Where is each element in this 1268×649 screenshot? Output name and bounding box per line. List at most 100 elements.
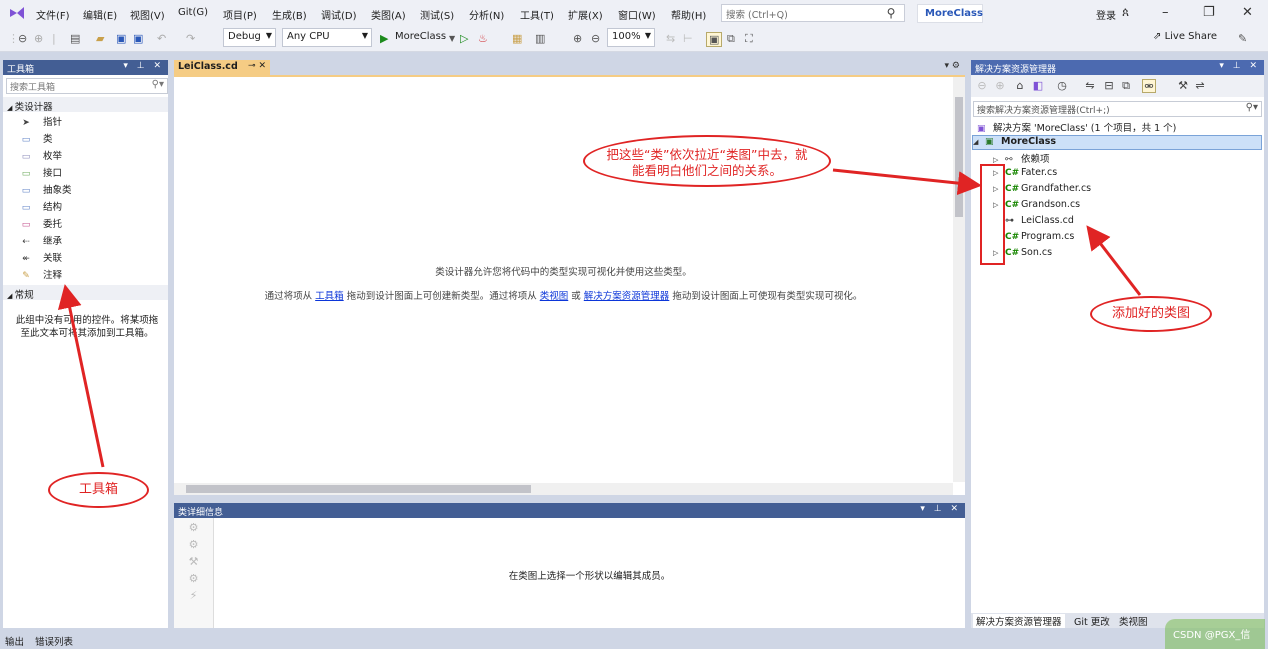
menu-tools[interactable]: 工具(T)	[520, 7, 554, 22]
tab-class-view[interactable]: 类视图	[1116, 614, 1151, 628]
save-icon[interactable]: ▣	[116, 32, 126, 45]
pending-changes-icon[interactable]: ◷	[1055, 79, 1069, 93]
tab-solution-explorer[interactable]: 解决方案资源管理器	[973, 614, 1065, 628]
tool-inheritance[interactable]: ⇠ 继承	[19, 233, 62, 248]
copy-image-icon[interactable]: ⧉	[727, 32, 735, 46]
project-node[interactable]: ◢ ▣ MoreClass	[972, 135, 1262, 150]
close-icon[interactable]: ✕	[1242, 5, 1253, 20]
class-diagram-toggle-icon[interactable]: ▣	[706, 32, 723, 47]
tab-output[interactable]: 输出	[5, 637, 24, 648]
forward-icon[interactable]: ⊕	[34, 32, 43, 45]
platform-dropdown[interactable]: Any CPU ▼	[282, 28, 372, 47]
start-debug-icon[interactable]: ▶	[380, 32, 388, 45]
new-field-icon[interactable]: ⚙	[187, 572, 201, 586]
menu-test[interactable]: 测试(S)	[420, 7, 454, 22]
new-project-icon[interactable]: ▤	[70, 32, 80, 45]
menu-class-diagram[interactable]: 类图(A)	[371, 7, 406, 22]
login-link[interactable]: 登录	[1096, 7, 1116, 22]
menu-git[interactable]: Git(G)	[178, 7, 208, 18]
visual-studio-logo-icon[interactable]	[8, 5, 26, 21]
menu-edit[interactable]: 编辑(E)	[83, 7, 117, 22]
open-folder-icon[interactable]: ▰	[96, 32, 104, 45]
vertical-scrollbar[interactable]	[953, 77, 965, 482]
hot-reload-icon[interactable]: ♨	[478, 32, 488, 45]
tool-interface[interactable]: ▭ 接口	[19, 165, 62, 180]
toolbox-group-class-designer[interactable]: ◢ 类设计器	[3, 97, 168, 113]
tool-struct[interactable]: ▭ 结构	[19, 199, 62, 214]
fit-icon[interactable]: ⛶	[745, 32, 753, 46]
panel-controls-icon[interactable]: ▾ ⊥ ✕	[123, 61, 164, 71]
menu-file[interactable]: 文件(F)	[36, 7, 70, 22]
tab-leiclass-cd[interactable]: LeiClass.cd ⊸ ✕	[174, 60, 270, 75]
account-icon[interactable]: ጰ	[1122, 5, 1129, 20]
new-method-icon[interactable]: ⚙	[187, 538, 201, 552]
zoom-out-icon[interactable]: ⊖	[591, 32, 600, 45]
preview-icon[interactable]: ⚮	[1142, 79, 1156, 93]
tool-enum[interactable]: ▭ 枚举	[19, 148, 62, 163]
toolbox-group-general[interactable]: ◢ 常规	[3, 285, 168, 301]
back-icon[interactable]: ⊖	[975, 79, 989, 93]
menu-analyze[interactable]: 分析(N)	[469, 7, 504, 22]
show-all-files-icon[interactable]: ⧉	[1119, 79, 1133, 93]
toolbox-search-input[interactable]: 搜索工具箱 ⚲▾	[6, 78, 168, 94]
solution-explorer-link[interactable]: 解决方案资源管理器	[584, 291, 670, 302]
tool-comment[interactable]: ✎ 注释	[19, 267, 62, 282]
menu-help[interactable]: 帮助(H)	[671, 7, 706, 22]
restore-icon[interactable]: ❐	[1203, 5, 1215, 20]
class-diagram-surface[interactable]: 类设计器允许您将代码中的类型实现可视化并使用这些类型。 通过将项从 工具箱 拖动…	[174, 75, 965, 495]
diagram-action-icon[interactable]: ⇆	[666, 32, 675, 45]
menu-debug[interactable]: 调试(D)	[321, 7, 357, 22]
sync-icon[interactable]: ⇋	[1083, 79, 1097, 93]
panel-controls-icon[interactable]: ▾ ⊥ ✕	[920, 504, 961, 514]
tab-error-list[interactable]: 错误列表	[35, 637, 73, 648]
toolbox-link[interactable]: 工具箱	[315, 291, 344, 302]
switch-views-icon[interactable]: ◧	[1031, 79, 1045, 93]
tab-git-changes[interactable]: Git 更改	[1071, 614, 1113, 628]
save-all-icon[interactable]: ▣	[133, 32, 143, 45]
minimize-icon[interactable]: –	[1162, 5, 1169, 20]
panel-controls-icon[interactable]: ▾ ⊥ ✕	[1219, 61, 1260, 71]
tab-options-icon[interactable]: ▾ ⚙	[945, 61, 960, 71]
zoom-in-icon[interactable]: ⊕	[573, 32, 582, 45]
live-share-button[interactable]: ⇗ Live Share	[1153, 31, 1217, 42]
solution-explorer-icon[interactable]: ▦	[512, 32, 522, 45]
redo-icon[interactable]: ↷	[186, 32, 195, 45]
tool-delegate[interactable]: ▭ 委托	[19, 216, 62, 231]
tool-pointer[interactable]: ➤ 指针	[19, 114, 62, 129]
new-event-icon[interactable]: ⚡	[187, 589, 201, 603]
back-icon[interactable]: ⊖	[18, 32, 27, 45]
zoom-dropdown[interactable]: 100% ▼	[607, 28, 655, 47]
undo-icon[interactable]: ↶	[157, 32, 166, 45]
pin-close-icon[interactable]: ⊸ ✕	[248, 61, 266, 71]
menu-view[interactable]: 视图(V)	[130, 7, 165, 22]
file-node[interactable]: ▷ C# Grandfather.cs	[993, 183, 1091, 198]
start-without-debug-icon[interactable]: ▷	[460, 32, 468, 45]
collapse-all-icon[interactable]: ⊟	[1102, 79, 1116, 93]
file-node[interactable]: ▷ C# Grandson.cs	[993, 199, 1080, 214]
tool-class[interactable]: ▭ 类	[19, 131, 53, 146]
settings-icon[interactable]: ⇌	[1193, 79, 1207, 93]
tool-abstract-class[interactable]: ▭ 抽象类	[19, 182, 72, 197]
properties-icon[interactable]: ⚒	[1176, 79, 1190, 93]
file-node[interactable]: ⊶ LeiClass.cd	[993, 215, 1074, 230]
solution-node[interactable]: ▣ 解决方案 'MoreClass' (1 个项目，共 1 个)	[977, 120, 1176, 135]
menu-extensions[interactable]: 扩展(X)	[568, 7, 603, 22]
run-target-label[interactable]: MoreClass	[395, 31, 446, 42]
file-node[interactable]: C# Program.cs	[993, 231, 1074, 246]
solution-explorer-search-input[interactable]: 搜索解决方案资源管理器(Ctrl+;) ⚲▾	[973, 101, 1262, 117]
forward-icon[interactable]: ⊕	[993, 79, 1007, 93]
menu-window[interactable]: 窗口(W)	[618, 7, 656, 22]
horizontal-scrollbar[interactable]	[174, 483, 953, 495]
home-icon[interactable]: ⌂	[1013, 79, 1027, 93]
configuration-dropdown[interactable]: Debug ▼	[223, 28, 276, 47]
scroll-thumb[interactable]	[186, 485, 531, 493]
new-property-icon[interactable]: ⚒	[187, 555, 201, 569]
menu-build[interactable]: 生成(B)	[272, 7, 307, 22]
scroll-thumb[interactable]	[955, 97, 963, 217]
chevron-down-icon[interactable]: ▼	[449, 34, 455, 43]
tool-association[interactable]: ↞ 关联	[19, 250, 62, 265]
diagram-align-icon[interactable]: ⊢	[683, 32, 693, 45]
layout-icon[interactable]: ▥	[535, 32, 545, 45]
search-input[interactable]: 搜索 (Ctrl+Q) ⚲	[721, 4, 905, 22]
menu-project[interactable]: 项目(P)	[223, 7, 257, 22]
